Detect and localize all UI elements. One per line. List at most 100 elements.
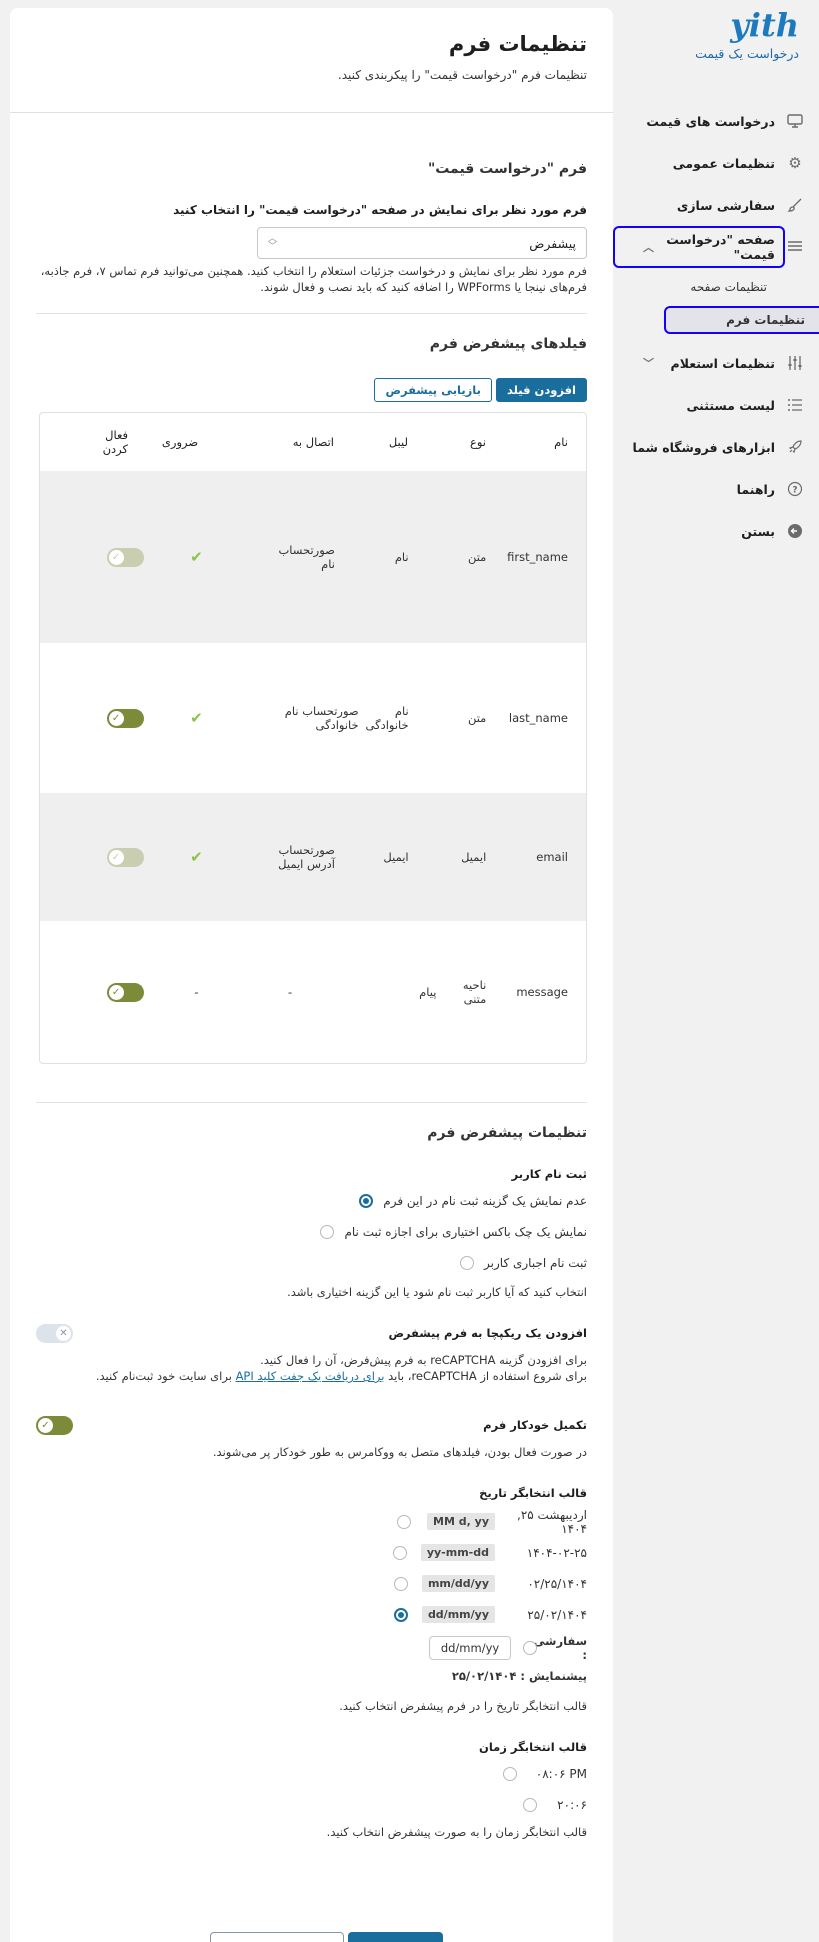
cell-label: ایمیل [383,850,409,864]
help-text: قالب انتخابگر تاریخ را در فرم پیشفرض انت… [339,1699,587,1713]
check-icon: ✓ [108,984,124,1000]
sidebar-item-help[interactable]: ? راهنما [613,468,819,510]
col-connect: اتصال به [292,435,334,449]
radio-button[interactable] [397,1514,412,1529]
form-select-value: پیشفرض [529,235,576,251]
fields-section: فیلدهای پیشفرض فرم افزودن فیلد بازیابی پ… [36,336,587,1064]
sidebar-item-close[interactable]: بستن [613,510,819,552]
form-help: فرم مورد نظر برای نمایش و درخواست جزئیات… [36,263,587,295]
time-format-setting: قالب انتخابگر زمان ۰۸:۰۶ PM ۲۰:۰۶ قالب ا… [36,1740,587,1840]
help-text-part: برای سایت خود ثبت‌نام کنید. [95,1369,232,1383]
radio-button[interactable] [503,1766,517,1781]
gear-icon: ⚙ [788,154,802,172]
cell-type: متن [467,711,487,725]
check-icon: ✓ [38,1418,53,1433]
radio-button[interactable] [392,1545,407,1560]
cell-name: last_name [508,711,568,725]
sidebar-item-store-tools[interactable]: ابزارهای فروشگاه شما [613,426,819,468]
sidebar-item-exclusion-list[interactable]: لیست مستثنی [613,384,819,426]
field-label: فرم مورد نظر برای نمایش در صفحه "درخواست… [173,203,587,217]
radio-option[interactable]: ثبت نام اجباری کاربر [36,1247,587,1278]
radio-button[interactable] [393,1607,408,1622]
radio-option[interactable]: ۲۵/۰۲/۱۴۰۴ dd/mm/yy [36,1599,587,1630]
time-options: ۰۸:۰۶ PM ۲۰:۰۶ [36,1758,587,1820]
sliders-icon [785,353,805,373]
add-field-button[interactable]: افزودن فیلد [495,378,587,402]
field-label: قالب انتخابگر تاریخ [479,1486,587,1500]
radio-option[interactable]: ۰۸:۰۶ PM [36,1758,587,1789]
form-select[interactable]: پیشفرض ︿ ﹀ [257,227,587,259]
date-options: اردیبهشت ۲۵, ۱۴۰۴ MM d, yy ۱۴۰۴-۰۲-۲۵ yy… [36,1506,587,1666]
form-section: فرم "درخواست قیمت" فرم مورد نظر برای نما… [36,161,587,295]
recaptcha-setting: افزودن یک ریکپچا به فرم پیشفرض ✕ برای اف… [36,1324,587,1384]
brand-subtitle: درخواست یک قیمت [695,46,799,61]
api-key-link[interactable]: برای دریافت یک جفت کلید API [236,1369,385,1383]
sidebar-item-label: ابزارهای فروشگاه شما [632,439,776,455]
help-text: انتخاب کنید که آیا کاربر ثبت نام شود یا … [287,1285,587,1299]
date-code: MM d, yy [427,1513,495,1530]
chevron-down-icon[interactable]: ﹀ [643,355,654,371]
recaptcha-toggle[interactable]: ✕ [36,1324,73,1343]
cell-active: ✓ [40,708,148,728]
cell-connect: صورتحساب نام [278,543,335,571]
save-button[interactable] [348,1932,443,1942]
sidebar: yith درخواست یک قیمت درخواست های قیمت ⚙ … [613,0,819,1942]
radio-option[interactable]: سفارشی : dd/mm/yy [36,1630,587,1666]
submenu-item-page-settings[interactable]: تنظیمات صفحه [613,270,819,303]
submenu-item-form-settings[interactable]: تنظیمات فرم [613,303,819,336]
section-title: تنظیمات پیشفرض فرم [427,1125,587,1141]
sidebar-item-inquiry-settings[interactable]: تنظیمات استعلام ﹀ [613,342,819,384]
check-icon: ✓ [108,549,124,565]
table-header: نام نوع لیبل اتصال به ضروری فعال کردن [40,413,586,471]
active-toggle[interactable]: ✓ [106,982,144,1002]
registration-options: عدم نمایش یک گزینه ثبت نام در این فرم نم… [36,1185,587,1278]
radio-option[interactable]: نمایش یک چک باکس اختیاری برای اجازه ثبت … [36,1216,587,1247]
sidebar-item-label: بستن [741,523,775,539]
brush-icon [785,195,805,215]
radio-button[interactable] [523,1641,537,1655]
sidebar-item-label: راهنما [736,481,775,497]
time-example: ۲۰:۰۶ [557,1797,587,1812]
date-code: mm/dd/yy [421,1575,495,1592]
restore-default-button[interactable]: بازیابی پیشفرض [374,378,492,402]
radio-button[interactable] [393,1576,408,1591]
sidebar-item-customization[interactable]: سفارشی سازی [613,184,819,226]
cell-type: ایمیل [461,850,487,864]
radio-option[interactable]: ۲۰:۰۶ [36,1789,587,1820]
radio-option[interactable]: ۰۲/۲۵/۱۴۰۴ mm/dd/yy [36,1568,587,1599]
reset-button[interactable] [210,1932,344,1942]
chevron-up-icon[interactable]: ︿ [643,239,654,255]
cell-type: متن [467,550,487,564]
active-toggle[interactable]: ✓ [106,547,144,567]
radio-button[interactable] [359,1193,374,1208]
help-text-part: برای شروع استفاده از reCAPTCHA، باید [388,1369,587,1383]
close-icon: ✕ [56,1326,71,1341]
sidebar-item-quote-page[interactable]: صفحه "درخواست قیمت" ︿ [613,226,819,268]
col-name: نام [554,435,568,449]
date-code: dd/mm/yy [421,1606,495,1623]
cell-required: - [194,985,199,999]
radio-option[interactable]: اردیبهشت ۲۵, ۱۴۰۴ MM d, yy [36,1506,587,1537]
radio-button[interactable] [523,1797,537,1812]
sidebar-item-general-settings[interactable]: ⚙ تنظیمات عمومی [613,142,819,184]
radio-button[interactable] [460,1255,475,1270]
col-required: ضروری [161,435,199,449]
custom-date-input[interactable]: dd/mm/yy [429,1636,511,1660]
cell-label: نام خانوادگی [365,704,409,732]
sidebar-item-label: سفارشی سازی [676,197,775,213]
radio-option[interactable]: ۱۴۰۴-۰۲-۲۵ yy-mm-dd [36,1537,587,1568]
check-icon: ✔ [190,709,203,727]
active-toggle[interactable]: ✓ [106,847,144,867]
sidebar-item-quote-requests[interactable]: درخواست های قیمت [613,100,819,142]
divider [36,313,587,314]
table-row[interactable]: email ایمیل ایمیل صورتحساب آدرس ایمیل ✔ … [40,793,586,921]
autocomplete-toggle[interactable]: ✓ [36,1416,73,1435]
table-row[interactable]: last_name متن نام خانوادگی صورتحساب نام … [40,643,586,793]
check-icon: ✓ [108,710,124,726]
cell-name: first_name [507,550,568,564]
active-toggle[interactable]: ✓ [106,708,144,728]
radio-button[interactable] [320,1224,335,1239]
table-row[interactable]: message ناحیه متنی پیام - - ✓ [40,921,586,1063]
table-row[interactable]: first_name متن نام صورتحساب نام ✔ ✓ [40,471,586,643]
radio-option[interactable]: عدم نمایش یک گزینه ثبت نام در این فرم [36,1185,587,1216]
